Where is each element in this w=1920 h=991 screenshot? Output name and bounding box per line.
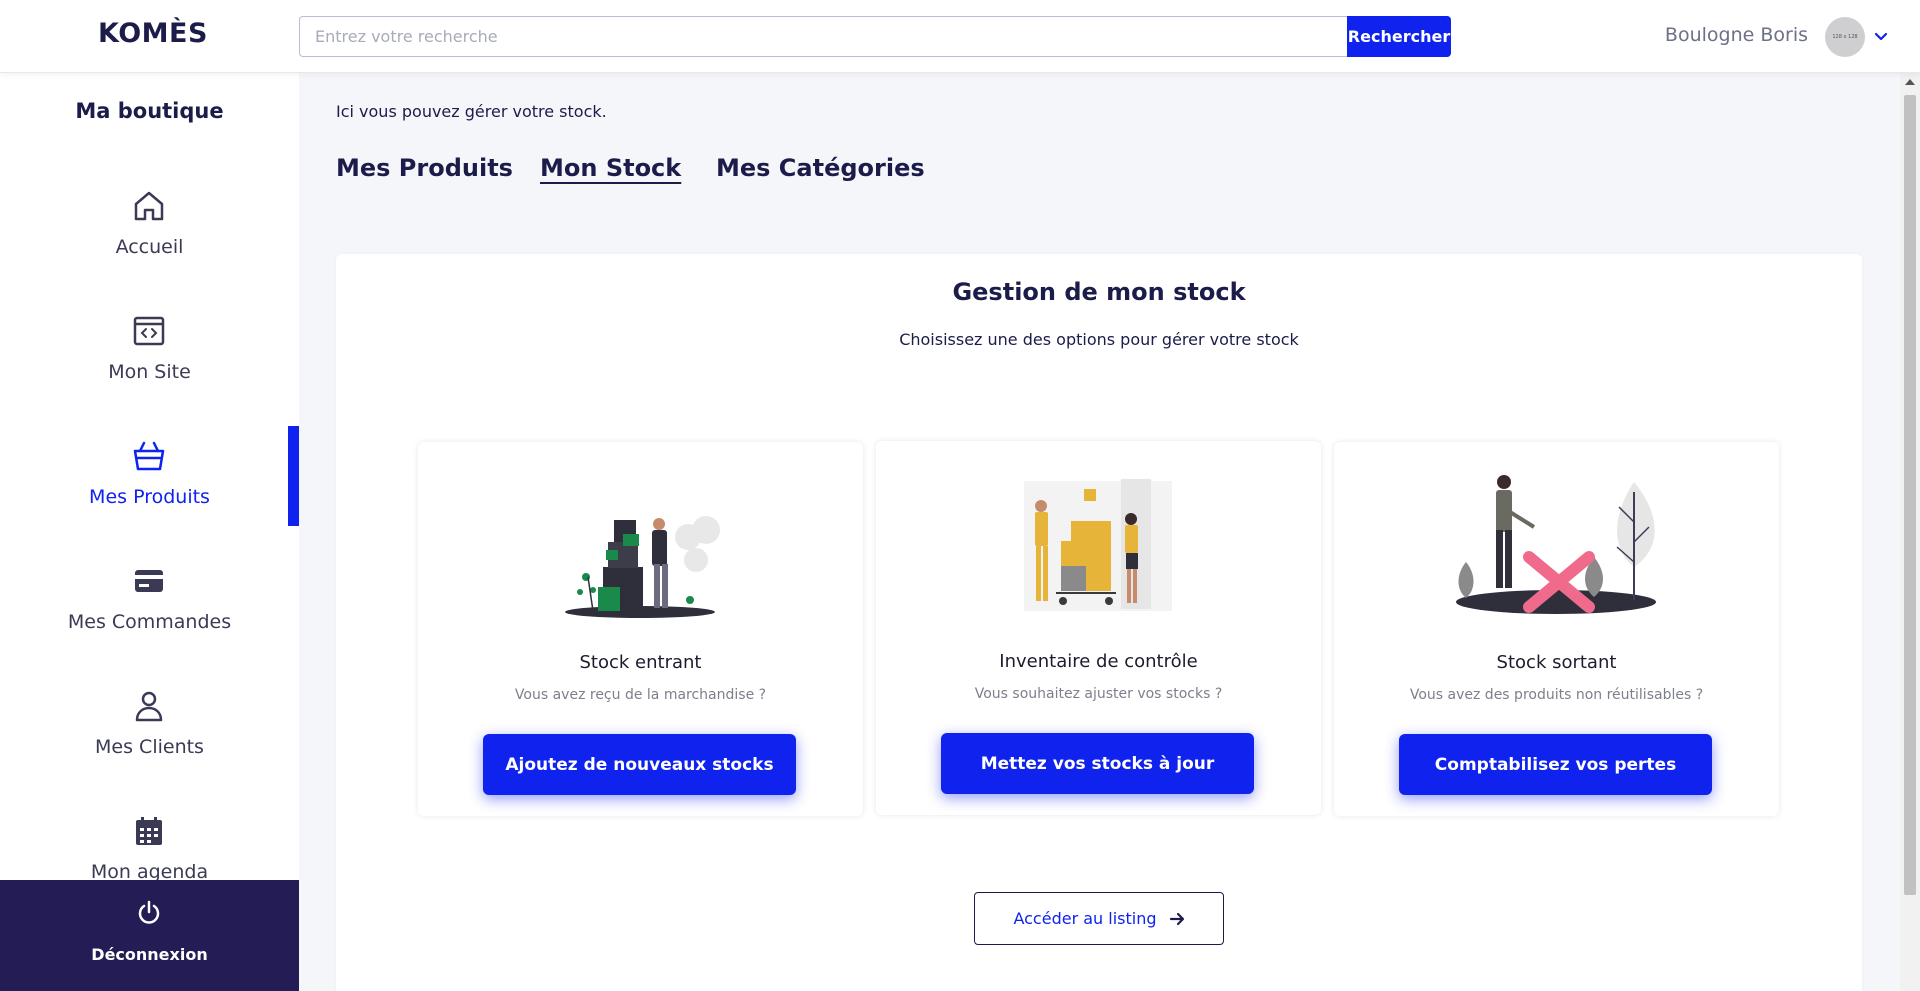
stock-panel: Gestion de mon stock Choisissez une des … [336, 254, 1862, 991]
scroll-thumb[interactable] [1904, 95, 1916, 895]
card-stock-sortant: Stock sortant Vous avez des produits non… [1334, 442, 1779, 816]
card-inventaire-controle: Inventaire de contrôle Vous souhaitez aj… [876, 441, 1321, 815]
tab-mes-categories[interactable]: Mes Catégories [716, 154, 925, 182]
record-losses-button[interactable]: Comptabilisez vos pertes [1399, 734, 1712, 795]
tab-mes-produits[interactable]: Mes Produits [336, 154, 513, 182]
tab-mon-stock[interactable]: Mon Stock [540, 154, 681, 182]
logout-label: Déconnexion [91, 945, 208, 964]
card-title: Stock sortant [1496, 652, 1617, 673]
sidebar-item-label: Mes Clients [95, 736, 204, 758]
user-name[interactable]: Boulogne Boris [1665, 24, 1808, 46]
update-stock-button[interactable]: Mettez vos stocks à jour [941, 733, 1254, 794]
sidebar-item-label: Accueil [115, 236, 184, 258]
sidebar-item-mes-commandes[interactable]: Mes Commandes [0, 551, 299, 651]
sidebar: Ma boutique Accueil Mon Site Mes Produit… [0, 73, 299, 991]
card-title: Stock entrant [579, 652, 702, 673]
access-listing-button[interactable]: Accéder au listing [974, 892, 1224, 945]
stock-entrant-illustration [565, 516, 720, 618]
card-description: Vous souhaitez ajuster vos stocks ? [974, 686, 1223, 702]
arrow-right-icon [1169, 912, 1184, 925]
sidebar-item-mon-site[interactable]: Mon Site [0, 301, 299, 401]
sidebar-item-accueil[interactable]: Accueil [0, 176, 299, 276]
logout-button[interactable]: Déconnexion [0, 880, 299, 991]
add-stock-button[interactable]: Ajoutez de nouveaux stocks [483, 734, 796, 795]
user-icon [135, 691, 163, 722]
card-description: Vous avez reçu de la marchandise ? [514, 687, 767, 703]
chevron-down-icon[interactable] [1874, 30, 1888, 44]
code-window-icon [133, 316, 165, 346]
scroll-up-arrow[interactable] [1905, 79, 1915, 85]
komes-logo[interactable]: KOMÈS [98, 18, 208, 49]
sidebar-item-label: Mes Commandes [67, 611, 232, 633]
access-listing-label: Accéder au listing [1013, 909, 1157, 928]
page-scrollbar[interactable] [1900, 73, 1920, 991]
inventaire-illustration [1024, 479, 1172, 611]
calendar-icon [136, 817, 162, 845]
search-button[interactable]: Rechercher [1347, 16, 1451, 57]
top-header: KOMÈS Rechercher Boulogne Boris 128 x 12… [0, 0, 1920, 73]
search-input[interactable] [299, 16, 1347, 57]
card-title: Inventaire de contrôle [999, 651, 1198, 672]
intro-text: Ici vous pouvez gérer votre stock. [336, 102, 607, 121]
card-stock-entrant: Stock entrant Vous avez reçu de la march… [418, 442, 863, 816]
basket-icon [133, 441, 165, 471]
power-icon [138, 900, 160, 924]
stock-sortant-illustration [1456, 475, 1656, 614]
active-indicator [288, 426, 299, 526]
home-icon [134, 191, 164, 221]
sidebar-item-mes-produits[interactable]: Mes Produits [0, 426, 299, 526]
card-description: Vous avez des produits non réutilisables… [1409, 687, 1704, 703]
sidebar-item-mes-clients[interactable]: Mes Clients [0, 676, 299, 776]
panel-title: Gestion de mon stock [952, 278, 1246, 306]
sidebar-item-label: Mes Produits [89, 486, 210, 508]
sidebar-item-label: Mon Site [108, 361, 191, 383]
avatar[interactable]: 128 x 128 [1825, 17, 1865, 57]
credit-card-icon [135, 570, 163, 592]
sidebar-title: Ma boutique [75, 99, 224, 123]
panel-subtitle: Choisissez une des options pour gérer vo… [899, 330, 1299, 349]
